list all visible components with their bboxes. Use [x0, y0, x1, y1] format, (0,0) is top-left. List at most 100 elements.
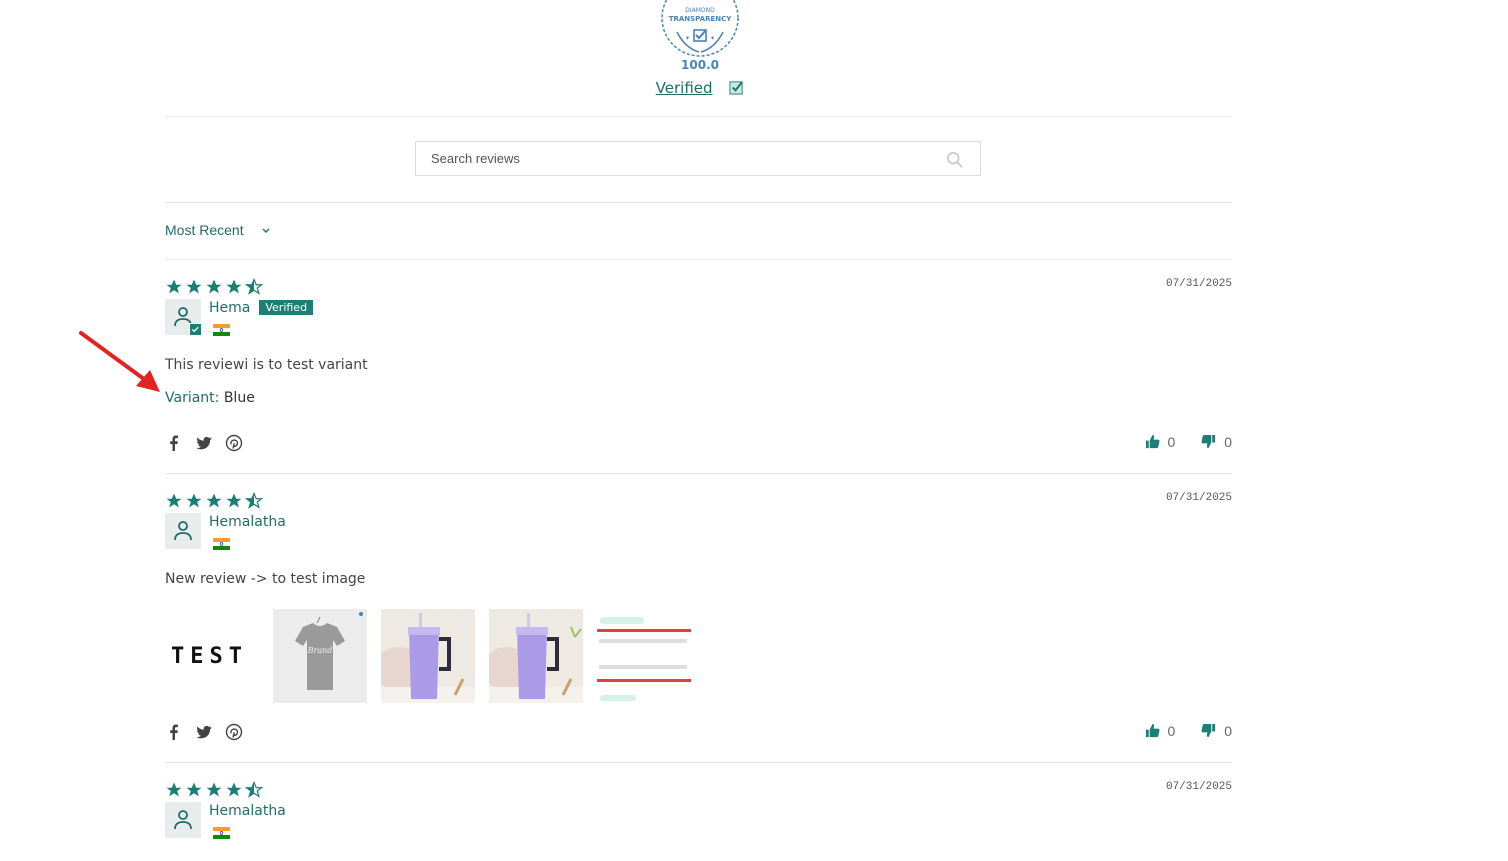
twitter-icon[interactable] [195, 723, 213, 741]
star-half-icon [244, 780, 264, 798]
avatar [165, 802, 201, 838]
review-image-thumb[interactable]: Brand [273, 609, 367, 703]
star-full-icon [186, 279, 202, 294]
share-links [165, 721, 255, 741]
review-date: 07/31/2025 [1165, 278, 1232, 290]
tumbler-image [381, 609, 475, 703]
star-full-icon [166, 782, 182, 797]
review-variant: Variant: Blue [165, 390, 255, 406]
dislike-button[interactable]: 0 [1201, 434, 1232, 450]
test-image-text: TEST [171, 644, 248, 669]
reviewer-name-row: Hemalatha [209, 514, 286, 530]
star-full-icon [186, 493, 202, 508]
star-full-icon [206, 493, 222, 508]
avatar [165, 513, 201, 549]
reviewer-name-row: Hema Verified [209, 300, 314, 316]
svg-text:✦: ✦ [685, 35, 690, 42]
like-count: 0 [1167, 434, 1176, 450]
verified-badge: Verified [259, 300, 314, 315]
search-box [415, 141, 981, 176]
rating-stars [165, 780, 265, 801]
facebook-icon[interactable] [165, 434, 183, 452]
star-full-icon [166, 493, 182, 508]
user-icon [174, 521, 192, 541]
dislike-count: 0 [1224, 723, 1232, 739]
review-item: 07/31/2025 Hemalatha [165, 780, 1232, 861]
divider [165, 473, 1232, 474]
rating-stars [165, 277, 265, 298]
review-image-thumb[interactable] [489, 609, 583, 703]
variant-key: Variant: [165, 390, 220, 406]
thumbs-up-icon [1145, 434, 1159, 449]
review-date: 07/31/2025 [1165, 492, 1232, 504]
star-half-icon [244, 491, 264, 509]
review-item: 07/31/2025 Hema Verified This reviewi is … [165, 277, 1232, 468]
reviewer-name-row: Hemalatha [209, 803, 286, 819]
vote-controls: 0 0 [1123, 723, 1232, 739]
diamond-transparency-badge-icon: DIAMOND TRANSPARENCY ✦ ✦ [661, 0, 739, 57]
chevron-down-icon [262, 228, 270, 233]
search-icon[interactable] [946, 151, 964, 169]
dislike-button[interactable]: 0 [1201, 723, 1232, 739]
user-icon [174, 810, 192, 830]
divider [165, 116, 1232, 117]
pinterest-icon[interactable] [225, 723, 243, 741]
star-full-icon [206, 782, 222, 797]
vote-controls: 0 0 [1123, 434, 1232, 450]
thumbs-down-icon [1201, 434, 1216, 449]
star-full-icon [226, 493, 242, 508]
review-image-thumb[interactable] [381, 609, 475, 703]
thumbs-down-icon [1201, 723, 1216, 738]
sort-dropdown[interactable]: Most Recent [165, 222, 271, 238]
sort-label: Most Recent [165, 222, 244, 238]
like-button[interactable]: 0 [1145, 434, 1176, 450]
verified-tick-icon [189, 323, 202, 336]
india-flag-icon [213, 324, 230, 336]
like-button[interactable]: 0 [1145, 723, 1176, 739]
search-input[interactable] [416, 142, 931, 175]
tumbler-image [489, 609, 583, 703]
review-body: This reviewi is to test variant [165, 357, 368, 373]
twitter-icon[interactable] [195, 434, 213, 452]
review-date: 07/31/2025 [1165, 781, 1232, 793]
divider [165, 202, 1232, 203]
rating-stars [165, 491, 265, 512]
transparency-score: 100.0 [681, 58, 719, 72]
reviewer-name: Hema [209, 300, 251, 316]
svg-text:Brand: Brand [307, 646, 333, 655]
tshirt-image: Brand [273, 609, 367, 703]
svg-text:✦: ✦ [710, 35, 715, 42]
india-flag-icon [213, 538, 230, 550]
verified-line: Verified [605, 79, 795, 97]
divider [165, 762, 1232, 763]
screenshot-image [597, 609, 691, 703]
thumbs-up-icon [1145, 723, 1159, 738]
reviewer-name: Hemalatha [209, 803, 286, 819]
pinterest-icon[interactable] [225, 434, 243, 452]
star-full-icon [166, 279, 182, 294]
svg-text:DIAMOND: DIAMOND [685, 7, 715, 14]
annotation-arrow-icon [79, 331, 160, 392]
review-image-thumb[interactable] [597, 609, 691, 703]
variant-value: Blue [223, 390, 255, 406]
like-count: 0 [1167, 723, 1176, 739]
verified-link[interactable]: Verified [656, 79, 713, 97]
divider [165, 259, 1232, 260]
review-image-thumb[interactable]: TEST [165, 609, 259, 703]
avatar [165, 299, 202, 336]
review-media: TEST Brand [165, 609, 695, 703]
reviewer-name: Hemalatha [209, 514, 286, 530]
review-body: New review -> to test image [165, 571, 366, 587]
star-full-icon [186, 782, 202, 797]
facebook-icon[interactable] [165, 723, 183, 741]
india-flag-icon [213, 827, 230, 839]
share-links [165, 432, 255, 452]
star-full-icon [226, 279, 242, 294]
star-full-icon [226, 782, 242, 797]
verified-check-icon [729, 81, 744, 95]
dislike-count: 0 [1224, 434, 1232, 450]
review-item: 07/31/2025 Hemalatha New review -> to te… [165, 491, 1232, 758]
svg-text:TRANSPARENCY: TRANSPARENCY [669, 15, 733, 23]
star-half-icon [244, 277, 264, 295]
star-full-icon [206, 279, 222, 294]
